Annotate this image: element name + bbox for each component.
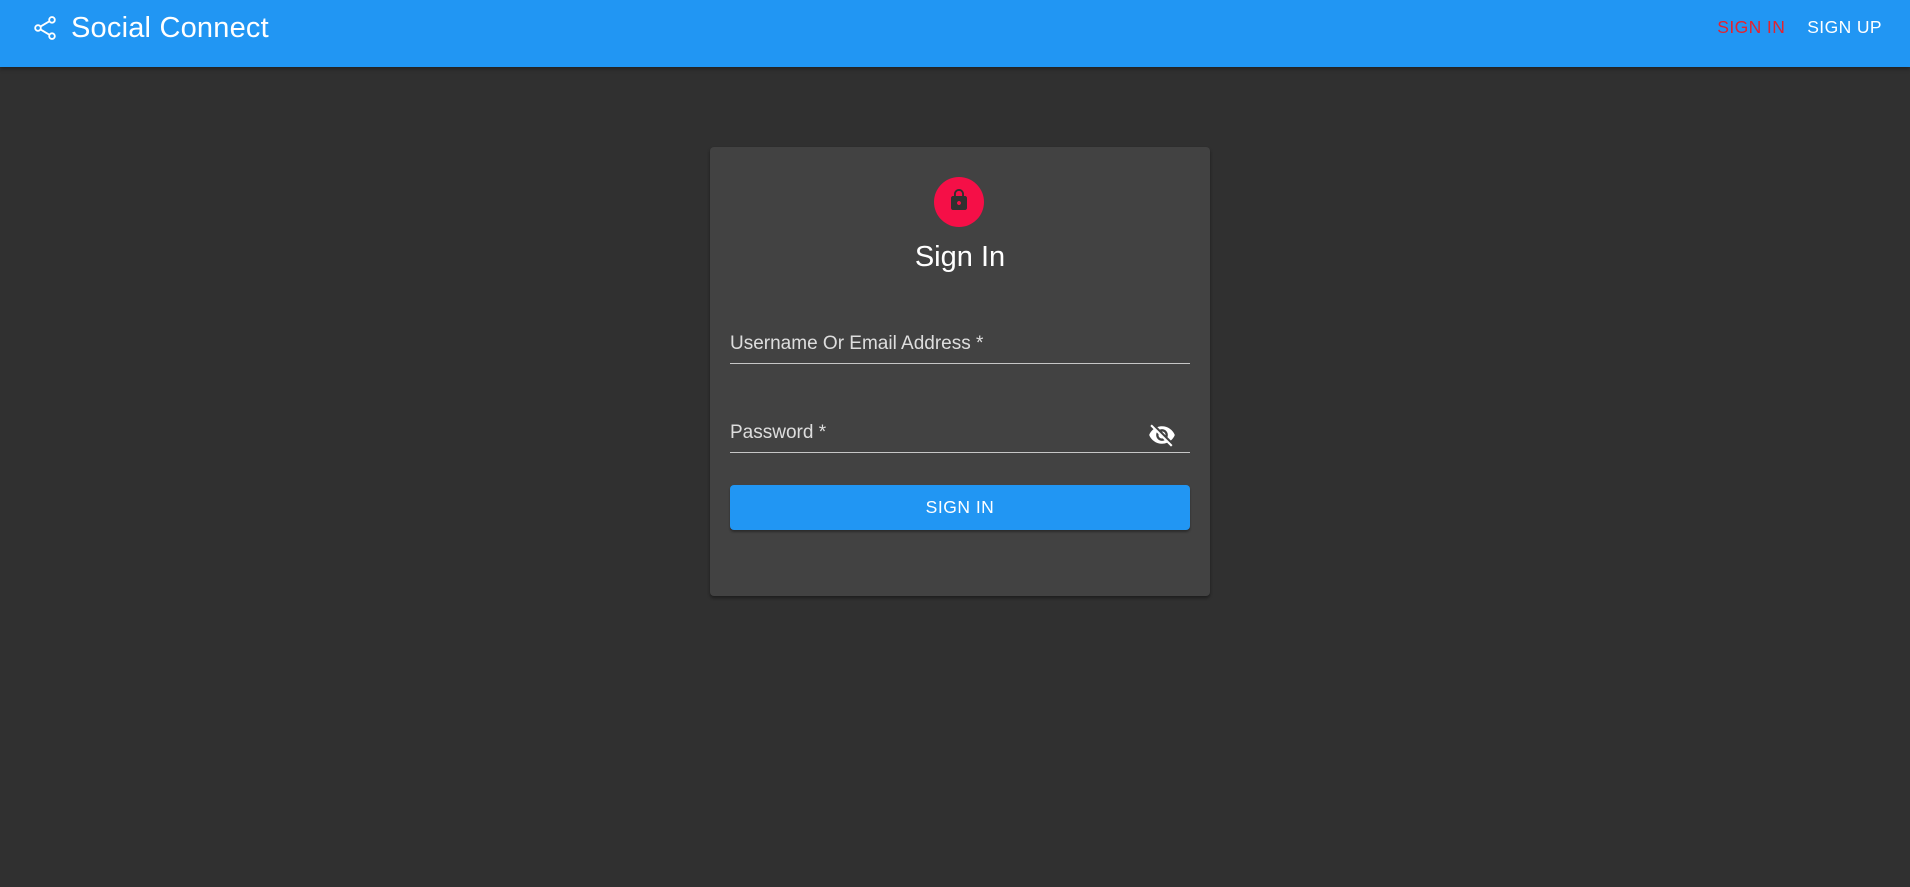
share-icon [31,14,59,42]
lock-avatar [934,177,984,227]
app-title: Social Connect [71,12,269,44]
form-title: Sign In [914,241,1006,273]
password-field [730,413,1190,453]
top-nav: SIGN IN SIGN UP [1717,16,1882,38]
sign-in-button[interactable]: SIGN IN [730,485,1190,530]
nav-sign-in-link[interactable]: SIGN IN [1717,16,1785,38]
username-field [730,324,1190,364]
lock-icon [947,188,971,217]
nav-sign-up-link[interactable]: SIGN UP [1807,16,1882,38]
username-input[interactable] [730,324,1190,363]
password-input[interactable] [730,413,1190,452]
sign-in-card: Sign In SIGN IN [710,147,1210,596]
app-bar: Social Connect SIGN IN SIGN UP [0,0,1910,67]
brand[interactable]: Social Connect [31,12,269,44]
visibility-off-icon[interactable] [1148,421,1176,449]
